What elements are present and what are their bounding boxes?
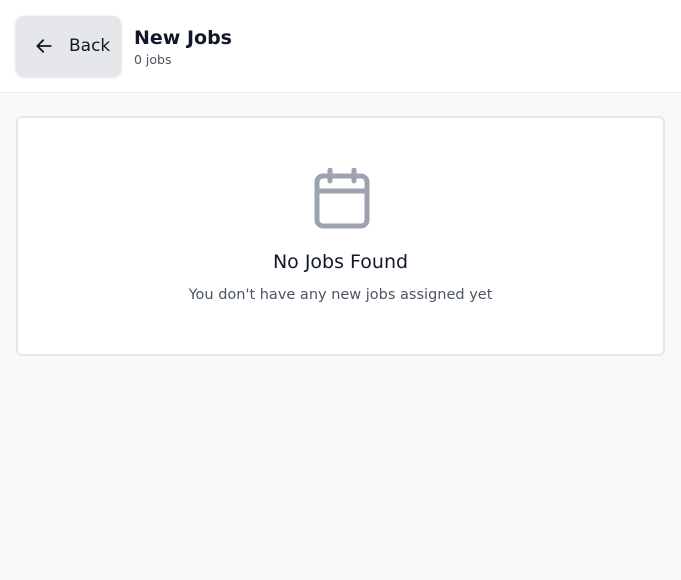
back-button[interactable]: Back	[16, 16, 121, 76]
empty-state-card: No Jobs Found You don't have any new job…	[16, 116, 665, 356]
page-header: Back New Jobs 0 jobs	[0, 0, 681, 93]
back-button-label: Back	[69, 36, 111, 56]
arrow-left-icon	[36, 39, 52, 53]
empty-state-message: You don't have any new jobs assigned yet	[188, 287, 493, 303]
empty-state-title: No Jobs Found	[272, 251, 409, 273]
title-block: New Jobs 0 jobs	[134, 26, 232, 68]
job-count: 0 jobs	[134, 52, 172, 67]
page-title: New Jobs	[134, 27, 232, 49]
calendar-icon	[314, 168, 370, 229]
